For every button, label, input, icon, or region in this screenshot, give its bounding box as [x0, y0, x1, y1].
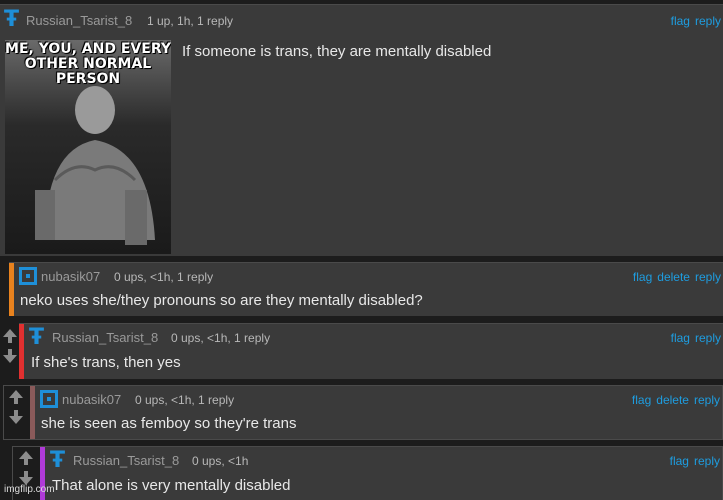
flag-link[interactable]: flag [632, 393, 651, 407]
comment-text: That alone is very mentally disabled [52, 477, 291, 494]
reply-link[interactable]: reply [695, 14, 721, 28]
comment-text: neko uses she/they pronouns so are they … [20, 292, 423, 309]
reply-link[interactable]: reply [695, 270, 721, 284]
flag-link[interactable]: flag [671, 14, 690, 28]
upvote-arrow-icon[interactable] [0, 329, 20, 343]
comment-2: nubasik07 0 ups, <1h, 1 reply flag delete… [9, 262, 723, 316]
thread-bar [30, 386, 35, 439]
comment-actions: flag delete reply [627, 393, 720, 407]
delete-link[interactable]: delete [657, 270, 690, 284]
username[interactable]: Russian_Tsarist_8 [73, 453, 179, 468]
comment-meta: 0 ups, <1h, 1 reply [114, 270, 214, 284]
thread-bar [9, 263, 14, 316]
imgflip-watermark: imgflip.com [4, 484, 55, 495]
comment-actions: flag reply [666, 331, 721, 345]
comment-actions: flag reply [666, 14, 721, 28]
reply-link[interactable]: reply [694, 393, 720, 407]
vote-buttons [0, 329, 20, 363]
user-square-icon[interactable] [40, 390, 58, 408]
comment-meta: 0 ups, <1h, 1 reply [171, 331, 271, 345]
username[interactable]: Russian_Tsarist_8 [26, 13, 132, 28]
reply-link[interactable]: reply [695, 331, 721, 345]
comment-meta: 0 ups, <1h, 1 reply [135, 393, 235, 407]
user-flag-icon[interactable]: Ŧ [4, 9, 26, 31]
user-square-icon[interactable] [19, 267, 37, 285]
comment-text: she is seen as femboy so they're trans [41, 415, 297, 432]
downvote-arrow-icon[interactable] [0, 349, 20, 363]
flag-link[interactable]: flag [633, 270, 652, 284]
reply-link[interactable]: reply [694, 454, 720, 468]
thread-bar [19, 324, 24, 379]
comment-text: If she's trans, then yes [31, 354, 181, 371]
delete-link[interactable]: delete [656, 393, 689, 407]
comment-4: nubasik07 0 ups, <1h, 1 reply flag delete… [3, 385, 723, 440]
meme-figure [35, 86, 155, 245]
user-flag-icon[interactable]: Ŧ [29, 327, 51, 349]
user-flag-icon[interactable]: Ŧ [50, 450, 72, 472]
flag-link[interactable]: flag [671, 331, 690, 345]
comment-actions: flag reply [665, 454, 720, 468]
comment-text: If someone is trans, they are mentally d… [182, 43, 492, 60]
comment-3: Ŧ Russian_Tsarist_8 0 ups, <1h, 1 reply … [19, 323, 723, 379]
comment-actions: flag delete reply [628, 270, 721, 284]
flag-link[interactable]: flag [670, 454, 689, 468]
username[interactable]: nubasik07 [62, 392, 121, 407]
comment-meta: 0 ups, <1h [192, 454, 249, 468]
username[interactable]: nubasik07 [41, 269, 100, 284]
comment-meta: 1 up, 1h, 1 reply [147, 14, 234, 28]
username[interactable]: Russian_Tsarist_8 [52, 330, 158, 345]
comment-5: Ŧ Russian_Tsarist_8 0 ups, <1h flag reply… [12, 446, 723, 500]
meme-image[interactable]: ME, YOU, AND EVERY OTHER NORMAL PERSON [5, 40, 171, 254]
comment-1: Ŧ Russian_Tsarist_8 1 up, 1h, 1 reply fl… [0, 4, 723, 256]
